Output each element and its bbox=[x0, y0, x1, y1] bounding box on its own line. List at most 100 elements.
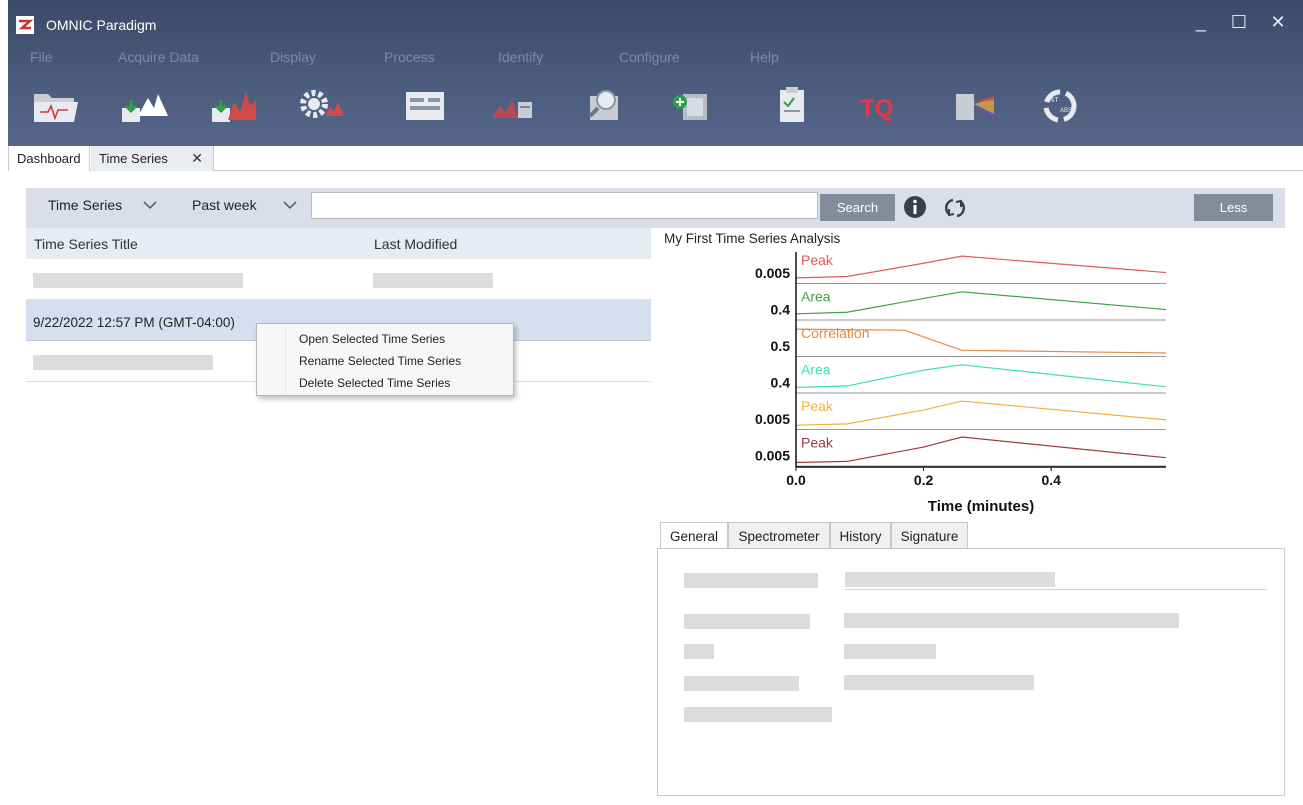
series-label: Peak bbox=[801, 252, 834, 268]
menu-acquire-data[interactable]: Acquire Data bbox=[118, 49, 199, 65]
series-line bbox=[795, 400, 1167, 426]
context-menu: Open Selected Time Series Rename Selecte… bbox=[256, 323, 514, 396]
date-range-dropdown-value: Past week bbox=[192, 197, 257, 213]
field-value-placeholder bbox=[844, 644, 936, 659]
open-folder-icon[interactable] bbox=[28, 80, 84, 132]
open-selected-time-series-item[interactable]: Open Selected Time Series bbox=[299, 332, 445, 346]
y-tick-label: 0.005 bbox=[755, 448, 790, 464]
menu-configure[interactable]: Configure bbox=[619, 49, 680, 65]
field-label-placeholder bbox=[684, 644, 714, 659]
chevron-down-icon bbox=[143, 201, 157, 210]
x-tick-label: 0.0 bbox=[786, 472, 806, 488]
rename-selected-time-series-item[interactable]: Rename Selected Time Series bbox=[299, 354, 461, 368]
app-chrome: OMNIC Paradigm _ ☐ ✕ File Acquire Data D… bbox=[8, 0, 1303, 146]
y-tick-label: 0.4 bbox=[771, 375, 791, 391]
display-view-icon[interactable] bbox=[398, 80, 454, 132]
svg-text:ABS: ABS bbox=[1060, 108, 1072, 114]
detail-panel bbox=[657, 548, 1285, 796]
prism-icon[interactable] bbox=[946, 80, 1002, 132]
type-dropdown-value: Time Series bbox=[48, 197, 123, 213]
acquire-background-icon[interactable] bbox=[206, 80, 262, 132]
divider bbox=[845, 589, 1267, 590]
field-value-placeholder bbox=[844, 613, 1179, 628]
time-series-chart: Peak 0.005 Area 0.4 Correlation 0.5 Area 0.4 Pea… bbox=[660, 230, 1200, 520]
toolbar: TQ %T ABS bbox=[8, 80, 1303, 136]
search-bar: Time Series Past week Search Less bbox=[26, 188, 1285, 228]
column-header-last-modified[interactable]: Last Modified bbox=[374, 236, 457, 252]
y-tick-label: 0.005 bbox=[755, 265, 790, 281]
field-label-placeholder bbox=[684, 614, 810, 629]
tab-signature[interactable]: Signature bbox=[891, 522, 968, 549]
series-label: Peak bbox=[801, 435, 834, 451]
field-value-placeholder bbox=[844, 675, 1034, 690]
date-placeholder bbox=[373, 273, 493, 288]
identify-search-icon[interactable] bbox=[576, 80, 632, 132]
tab-signature-label: Signature bbox=[900, 529, 959, 544]
tab-history[interactable]: History bbox=[830, 522, 891, 549]
menu-identify[interactable]: Identify bbox=[498, 49, 543, 65]
to-icon[interactable]: TQ bbox=[854, 80, 910, 132]
series-label: Area bbox=[801, 362, 831, 378]
field-label-placeholder bbox=[684, 676, 799, 691]
date-range-dropdown[interactable]: Past week bbox=[192, 197, 302, 219]
refresh-icon[interactable] bbox=[943, 196, 967, 220]
series-line bbox=[795, 364, 1167, 388]
process-spectrum-icon[interactable] bbox=[486, 80, 542, 132]
x-tick-label: 0.4 bbox=[1041, 472, 1061, 488]
close-window-button[interactable]: ✕ bbox=[1263, 10, 1293, 34]
tab-general-label: General bbox=[669, 529, 719, 544]
tab-dashboard-label: Dashboard bbox=[17, 151, 81, 166]
svg-text:%T: %T bbox=[1048, 97, 1059, 104]
add-library-icon[interactable] bbox=[663, 80, 719, 132]
title-bar: OMNIC Paradigm _ ☐ ✕ bbox=[8, 0, 1303, 46]
series-line bbox=[795, 255, 1167, 279]
transmittance-absorbance-icon[interactable]: %T ABS bbox=[1032, 80, 1088, 132]
menu-help[interactable]: Help bbox=[750, 49, 779, 65]
table-row[interactable] bbox=[26, 259, 651, 300]
search-button[interactable]: Search bbox=[820, 194, 895, 221]
maximize-button[interactable]: ☐ bbox=[1224, 10, 1254, 34]
tab-dashboard[interactable]: Dashboard bbox=[8, 146, 90, 171]
app-title: OMNIC Paradigm bbox=[46, 17, 157, 33]
menu-process[interactable]: Process bbox=[384, 49, 435, 65]
report-clipboard-icon[interactable] bbox=[764, 80, 820, 132]
chart-title: My First Time Series Analysis bbox=[664, 231, 841, 246]
tab-general[interactable]: General bbox=[660, 522, 728, 550]
info-icon[interactable] bbox=[903, 195, 927, 219]
chevron-down-icon bbox=[283, 201, 297, 210]
tab-time-series[interactable]: Time Series ✕ bbox=[91, 146, 214, 171]
acquire-sample-icon[interactable] bbox=[116, 80, 172, 132]
title-placeholder bbox=[33, 355, 213, 370]
less-button[interactable]: Less bbox=[1194, 194, 1273, 221]
app-logo-icon bbox=[16, 16, 34, 34]
search-input[interactable] bbox=[311, 192, 818, 219]
x-axis-label: Time (minutes) bbox=[928, 498, 1034, 515]
x-tick-label: 0.2 bbox=[914, 472, 934, 488]
y-tick-label: 0.005 bbox=[755, 411, 790, 427]
menu-gutter bbox=[285, 326, 286, 393]
close-tab-icon[interactable]: ✕ bbox=[191, 150, 203, 167]
column-header-title[interactable]: Time Series Title bbox=[34, 236, 138, 252]
title-placeholder bbox=[33, 273, 243, 288]
tab-spectrometer[interactable]: Spectrometer bbox=[728, 522, 830, 549]
list-header: Time Series Title Last Modified bbox=[26, 228, 651, 259]
settings-icon[interactable] bbox=[294, 80, 350, 132]
tab-time-series-label: Time Series bbox=[99, 151, 168, 166]
menu-file[interactable]: File bbox=[30, 49, 53, 65]
series-label: Area bbox=[801, 289, 831, 305]
series-line bbox=[795, 291, 1167, 315]
y-tick-label: 0.5 bbox=[771, 338, 791, 354]
y-tick-label: 0.4 bbox=[771, 302, 791, 318]
to-icon-label: TQ bbox=[860, 95, 893, 122]
tab-history-label: History bbox=[839, 529, 882, 544]
menu-bar: File Acquire Data Display Process Identi… bbox=[8, 49, 1303, 69]
series-line bbox=[795, 436, 1167, 464]
menu-display[interactable]: Display bbox=[270, 49, 316, 65]
chart-plot: Peak 0.005 Area 0.4 Correlation 0.5 Area 0.4 Pea… bbox=[755, 252, 1167, 515]
minimize-button[interactable]: _ bbox=[1186, 10, 1216, 34]
tab-spectrometer-label: Spectrometer bbox=[738, 529, 820, 544]
type-dropdown[interactable]: Time Series bbox=[48, 197, 160, 219]
field-label-placeholder bbox=[684, 707, 832, 722]
delete-selected-time-series-item[interactable]: Delete Selected Time Series bbox=[299, 376, 450, 390]
series-label: Correlation bbox=[801, 325, 869, 341]
